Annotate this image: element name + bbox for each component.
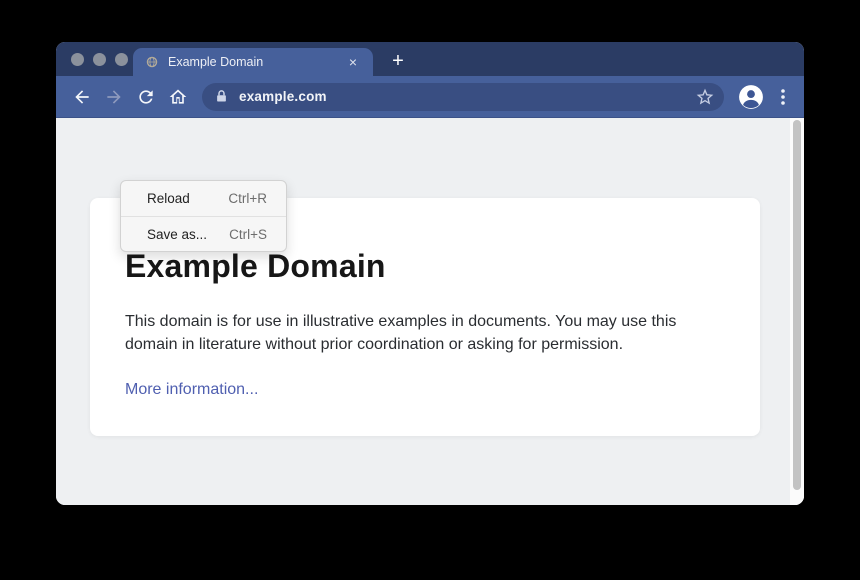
titlebar: Example Domain × + [56,42,804,76]
star-icon [695,87,715,107]
bookmark-star-button[interactable] [695,87,715,107]
tab-favicon-icon [145,55,159,69]
new-tab-button[interactable]: + [386,50,410,74]
page-content: Example Domain This domain is for use in… [56,118,804,505]
back-button[interactable] [72,87,92,107]
menu-item-label: Reload [147,191,190,206]
forward-button[interactable] [104,87,124,107]
tab-title: Example Domain [168,55,337,69]
menu-item-label: Save as... [147,227,207,242]
scrollbar-track[interactable] [790,118,804,505]
scrollbar-thumb[interactable] [793,120,801,490]
window-maximize-button[interactable] [115,53,128,66]
window-minimize-button[interactable] [93,53,106,66]
reload-button[interactable] [136,87,156,107]
menu-item-shortcut: Ctrl+R [228,191,267,206]
tab-close-button[interactable]: × [345,55,361,69]
context-menu: Reload Ctrl+R Save as... Ctrl+S [120,180,287,252]
browser-menu-button[interactable] [774,85,792,109]
toolbar: example.com [56,76,804,118]
browser-tab[interactable]: Example Domain × [133,48,373,76]
browser-window: Example Domain × + [56,42,804,505]
url-text: example.com [239,89,327,104]
traffic-lights [71,53,128,66]
page-paragraph: This domain is for use in illustrative e… [125,310,725,356]
menu-item-reload[interactable]: Reload Ctrl+R [121,181,286,216]
menu-item-save-as[interactable]: Save as... Ctrl+S [121,216,286,251]
reload-icon [136,87,156,107]
page-title: Example Domain [125,248,725,285]
address-bar[interactable]: example.com [202,83,724,111]
menu-item-shortcut: Ctrl+S [229,227,267,242]
lock-icon [214,89,229,104]
back-arrow-icon [72,87,92,107]
more-information-link[interactable]: More information... [125,381,258,399]
avatar-icon [738,84,764,110]
home-button[interactable] [168,87,188,107]
home-icon [168,87,188,107]
profile-avatar-button[interactable] [738,84,764,110]
forward-arrow-icon [104,87,124,107]
three-dots-icon [774,85,792,109]
window-close-button[interactable] [71,53,84,66]
